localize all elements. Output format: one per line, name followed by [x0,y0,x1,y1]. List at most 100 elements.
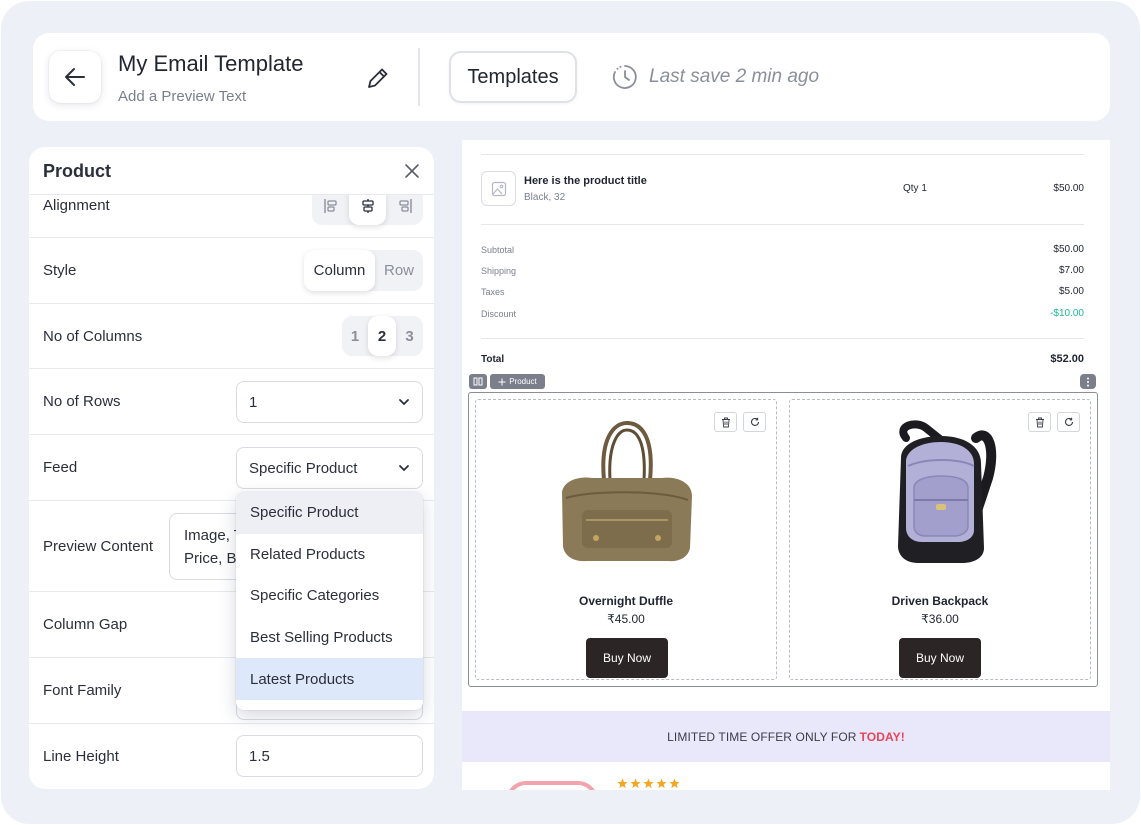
feed-select[interactable]: Specific Product [236,447,423,489]
product-card[interactable]: Overnight Duffle ₹45.00 Buy Now [475,399,777,680]
product-block-chip[interactable]: Product [490,374,545,389]
summary-value: $5.00 [1058,286,1084,297]
product-block-chip-label: Product [509,377,537,386]
product-block[interactable]: Overnight Duffle ₹45.00 Buy Now Driven B… [468,392,1098,687]
product-card[interactable]: Driven Backpack ₹36.00 Buy Now [789,399,1091,680]
divider [481,154,1084,155]
columns-option-1[interactable]: 1 [342,316,368,356]
line-height-value: 1.5 [249,747,270,765]
panel-title: Product [43,161,112,181]
last-save-status: Last save 2 min ago [611,63,819,91]
feed-select-value: Specific Product [249,459,358,477]
replace-product-button[interactable] [1057,412,1080,432]
total-value: $52.00 [1050,353,1084,365]
discount-value: -$10.00 [1050,308,1084,319]
rows-row: No of Rows 1 [29,369,434,435]
email-preview: Here is the product title Black, 32 Qty … [462,140,1110,790]
buy-now-button[interactable]: Buy Now [899,638,981,678]
star-icon [630,778,641,789]
summary-value: $7.00 [1058,265,1084,276]
product-price: ₹36.00 [921,612,959,626]
chevron-down-icon [399,399,409,406]
app-frame: My Email Template Add a Preview Text Tem… [1,1,1140,824]
edit-title-button[interactable] [363,63,393,93]
summary-label: Discount [481,309,517,319]
replace-product-button[interactable] [743,412,766,432]
style-row-option[interactable]: Row [375,250,423,291]
rows-label: No of Rows [43,393,121,410]
feed-dropdown-menu: Specific Product Related Products Specif… [236,492,423,710]
chevron-down-icon [399,465,409,472]
move-icon [498,378,506,385]
feed-option-specific-product[interactable]: Specific Product [236,492,423,534]
card-actions [1028,412,1080,432]
preview-text-link[interactable]: Add a Preview Text [118,88,246,105]
buy-now-button[interactable]: Buy Now [586,638,668,678]
star-icon [643,778,654,789]
back-button[interactable] [49,51,101,103]
total-label: Total [481,354,505,365]
delete-product-button[interactable] [1028,412,1051,432]
back-arrow-icon [65,68,85,86]
font-family-label: Font Family [43,682,122,699]
review-avatar [506,781,598,790]
columns-row: No of Columns 1 2 3 [29,304,434,369]
align-center-icon [361,199,374,213]
order-item-price: $50.00 [1053,183,1084,194]
rating-stars [617,778,680,789]
order-item-title: Here is the product title [524,175,647,187]
summary-value: $50.00 [1053,244,1084,255]
clock-icon [612,65,637,89]
product-thumbnail [481,171,516,206]
more-vertical-icon [1087,377,1089,386]
divider [481,338,1084,339]
delete-product-button[interactable] [714,412,737,432]
trash-icon [1035,417,1044,427]
header-divider [418,48,420,106]
summary-label: Taxes [481,287,505,297]
line-height-row: Line Height 1.5 [29,724,434,789]
feed-label: Feed [43,459,78,476]
product-name: Driven Backpack [891,594,989,608]
feed-option-related-products[interactable]: Related Products [236,534,423,576]
star-icon [656,778,667,789]
rows-select[interactable]: 1 [236,381,423,423]
block-more-button[interactable] [1080,374,1096,389]
columns-option-3[interactable]: 3 [396,316,423,356]
line-height-label: Line Height [43,748,119,765]
column-gap-label: Column Gap [43,616,128,633]
feed-option-latest-products[interactable]: Latest Products [236,658,423,700]
columns-option-2[interactable]: 2 [368,316,396,356]
column-layout-button[interactable] [469,374,487,389]
order-item-qty: Qty 1 [903,183,927,194]
trash-icon [721,417,730,427]
summary-label: Shipping [481,266,517,276]
panel-header: Product [29,147,434,195]
offer-text: LIMITED TIME OFFER ONLY FOR [667,729,857,744]
columns-toggle: 1 2 3 [342,316,423,356]
alignment-label: Alignment [43,197,110,214]
line-height-input[interactable]: 1.5 [236,735,423,777]
align-left-icon [323,199,337,213]
feed-option-best-selling-products[interactable]: Best Selling Products [236,617,423,659]
close-panel-button[interactable] [402,161,422,181]
card-actions [714,412,766,432]
product-price: ₹45.00 [607,612,645,626]
feed-option-specific-categories[interactable]: Specific Categories [236,575,423,617]
columns-icon [473,377,483,386]
last-save-text: Last save 2 min ago [649,66,820,87]
align-right-icon [398,199,412,213]
top-bar: My Email Template Add a Preview Text Tem… [33,33,1110,121]
summary-label: Subtotal [481,245,515,255]
preview-content-label: Preview Content [43,538,154,555]
templates-button[interactable]: Templates [449,51,577,103]
style-toggle: Column Row [304,250,423,291]
template-title: My Email Template [118,51,304,76]
close-icon [405,164,419,178]
refresh-icon [750,417,759,426]
offer-banner: LIMITED TIME OFFER ONLY FOR TODAY! [462,711,1110,762]
refresh-icon [1064,417,1073,426]
offer-highlight: TODAY! [859,729,905,744]
style-column-option[interactable]: Column [304,250,375,291]
duffle-bag-image [562,420,692,562]
